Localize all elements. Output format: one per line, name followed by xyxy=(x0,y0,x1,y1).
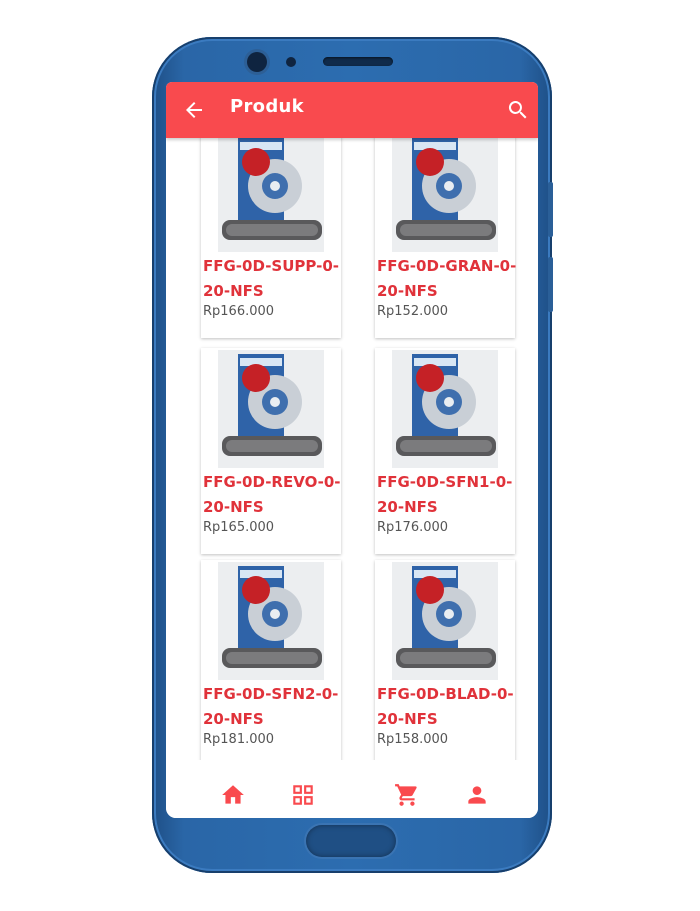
product-image xyxy=(218,562,324,680)
product-name: FFG-0D-BLAD-0-20-NFS xyxy=(377,685,514,728)
product-card[interactable]: FFG-0D-REVO-0-20-NFS Rp165.000 xyxy=(201,348,341,554)
bottom-navigation xyxy=(166,770,538,818)
product-grid: FFG-0D-SUPP-0-20-NFS Rp166.000 FFG-0D-GR… xyxy=(166,138,538,760)
home-key[interactable] xyxy=(306,825,396,857)
cart-icon[interactable] xyxy=(394,782,420,808)
product-name: FFG-0D-REVO-0-20-NFS xyxy=(203,473,341,516)
home-icon[interactable] xyxy=(220,782,246,808)
product-image xyxy=(218,138,324,252)
front-camera xyxy=(247,52,267,72)
product-image xyxy=(392,350,498,468)
screen: Produk FFG-0D-SUPP-0-20-NFS Rp166.000 FF… xyxy=(166,82,538,818)
product-price: Rp152.000 xyxy=(377,304,449,319)
product-image xyxy=(392,138,498,252)
product-image xyxy=(218,350,324,468)
product-image xyxy=(392,562,498,680)
earpiece-speaker xyxy=(323,57,393,66)
product-price: Rp165.000 xyxy=(203,520,275,535)
product-card[interactable]: FFG-0D-SFN1-0-20-NFS Rp176.000 xyxy=(375,348,515,554)
product-name: FFG-0D-SFN1-0-20-NFS xyxy=(377,473,513,516)
arrow-back-icon[interactable] xyxy=(182,98,206,122)
product-price: Rp158.000 xyxy=(377,732,449,747)
sensor xyxy=(286,57,296,67)
product-price: Rp166.000 xyxy=(203,304,275,319)
product-price: Rp181.000 xyxy=(203,732,275,747)
product-price: Rp176.000 xyxy=(377,520,449,535)
search-icon[interactable] xyxy=(506,98,530,122)
app-bar: Produk xyxy=(166,82,538,138)
person-icon[interactable] xyxy=(464,782,490,808)
product-card[interactable]: FFG-0D-GRAN-0-20-NFS Rp152.000 xyxy=(375,138,517,338)
product-card[interactable]: FFG-0D-SUPP-0-20-NFS Rp166.000 xyxy=(201,138,341,338)
product-card[interactable]: FFG-0D-BLAD-0-20-NFS Rp158.000 xyxy=(375,560,515,760)
product-name: FFG-0D-GRAN-0-20-NFS xyxy=(377,257,517,300)
grid-icon[interactable] xyxy=(290,782,316,808)
volume-button xyxy=(548,182,553,237)
product-name: FFG-0D-SUPP-0-20-NFS xyxy=(203,257,340,300)
page-title: Produk xyxy=(230,96,304,117)
power-button xyxy=(548,257,553,312)
product-name: FFG-0D-SFN2-0-20-NFS xyxy=(203,685,339,728)
product-card[interactable]: FFG-0D-SFN2-0-20-NFS Rp181.000 xyxy=(201,560,341,760)
